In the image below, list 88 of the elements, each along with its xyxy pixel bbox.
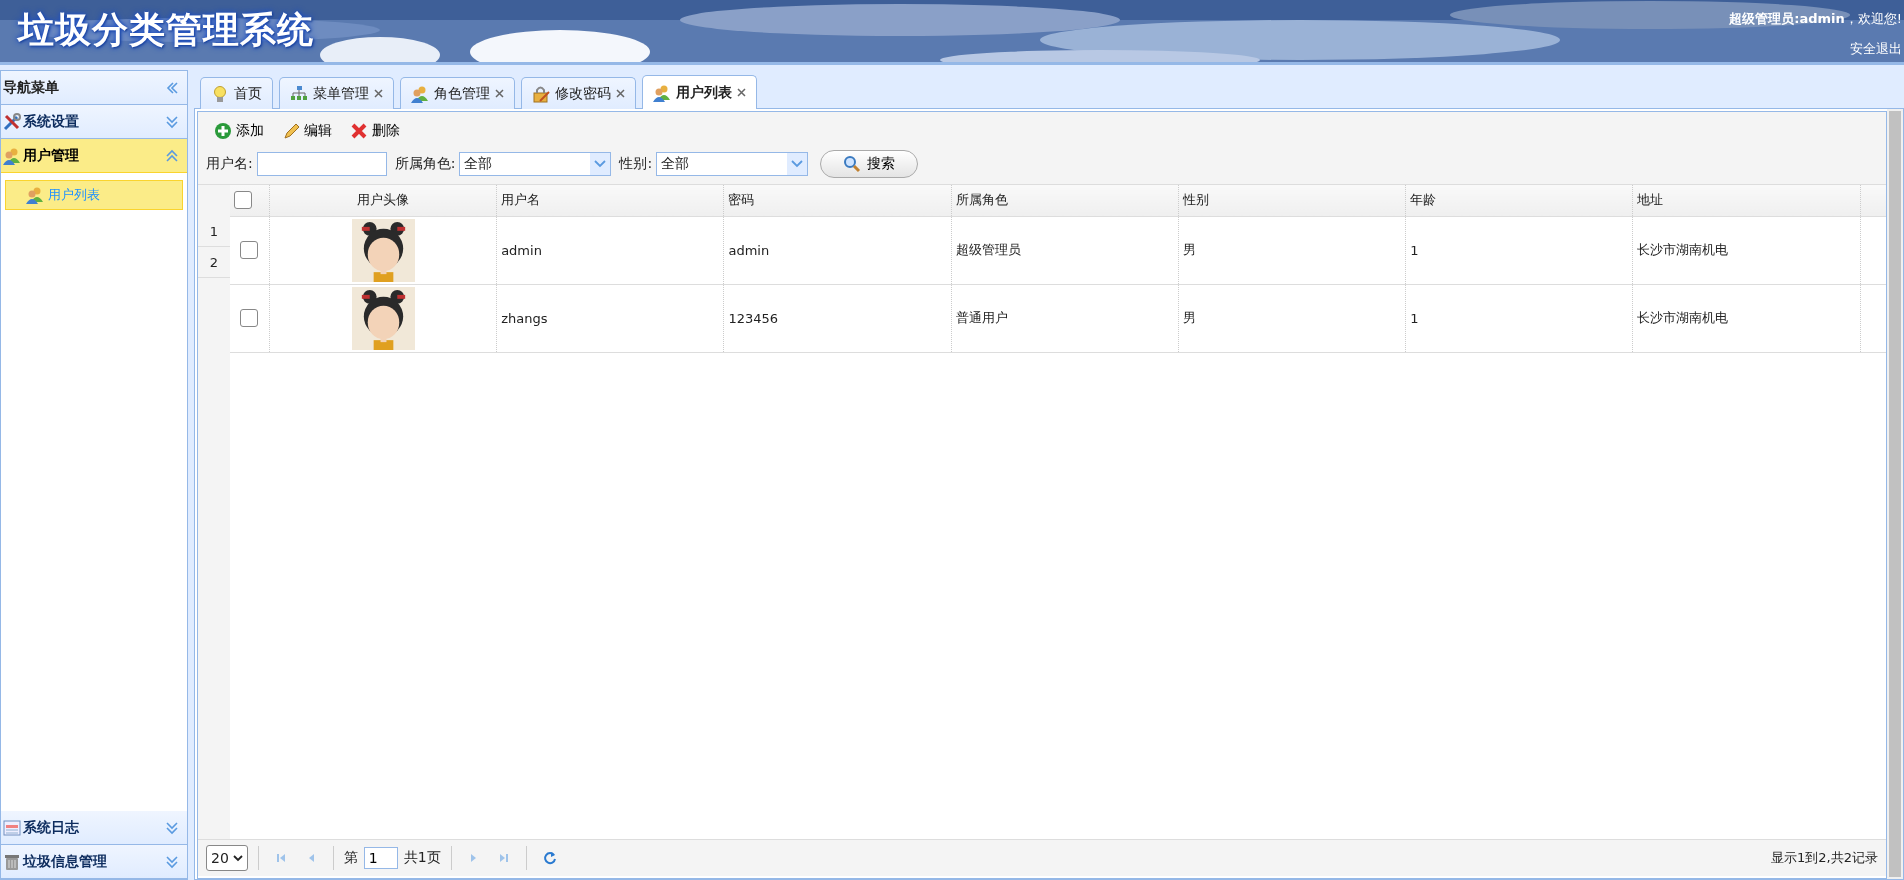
column-header: 用户头像 bbox=[269, 185, 497, 216]
row-number: 1 bbox=[198, 216, 230, 247]
table-cell: 男 bbox=[1178, 216, 1406, 284]
table-cell: admin bbox=[496, 216, 724, 284]
tab[interactable]: 用户列表 bbox=[642, 75, 757, 109]
tab-label: 首页 bbox=[234, 84, 262, 103]
menu-section-header[interactable]: 用户管理 bbox=[1, 139, 187, 173]
menu-item-label: 用户列表 bbox=[48, 186, 100, 204]
users-icon bbox=[26, 186, 44, 204]
chevron-down-icon bbox=[790, 159, 805, 169]
column-header: 用户名 bbox=[496, 185, 724, 216]
column-header: 性别 bbox=[1178, 185, 1406, 216]
tab[interactable]: 菜单管理 bbox=[279, 77, 394, 109]
table-cell: 超级管理员 bbox=[951, 216, 1179, 284]
chevron-down-icon bbox=[593, 159, 608, 169]
expand-down-icon bbox=[165, 820, 179, 835]
menu-section-label: 系统设置 bbox=[23, 112, 80, 131]
welcome-text: 超级管理员:admin，欢迎您! bbox=[1729, 10, 1902, 28]
tab-label: 角色管理 bbox=[434, 84, 490, 103]
select-all-checkbox[interactable] bbox=[234, 191, 252, 210]
tab[interactable]: 首页 bbox=[200, 77, 273, 109]
sitemap-icon bbox=[290, 84, 308, 103]
tab-label: 菜单管理 bbox=[313, 84, 369, 103]
add-icon bbox=[214, 122, 232, 140]
menu-section-label: 系统日志 bbox=[23, 818, 80, 837]
menu-section-label: 用户管理 bbox=[23, 146, 80, 165]
field-label: 所属角色: bbox=[394, 155, 456, 173]
toolbar-button[interactable]: 删除 bbox=[346, 120, 404, 142]
expand-up-icon bbox=[165, 148, 179, 163]
tools-icon bbox=[3, 112, 21, 131]
trash-icon bbox=[3, 852, 21, 871]
toolbar-button[interactable]: 编辑 bbox=[278, 120, 336, 142]
users-icon bbox=[653, 83, 671, 102]
column-header: 所属角色 bbox=[951, 185, 1179, 216]
pencil-icon bbox=[282, 122, 300, 140]
search-icon bbox=[843, 155, 862, 173]
nav-title: 导航菜单 bbox=[3, 78, 60, 97]
tab-label: 修改密码 bbox=[555, 84, 611, 103]
lock-pencil-icon bbox=[532, 84, 550, 103]
system-title: 垃圾分类管理系统 bbox=[16, 8, 314, 52]
scrollbar[interactable] bbox=[1887, 109, 1903, 879]
delete-icon bbox=[350, 122, 368, 140]
table-cell: 长沙市湖南机电 bbox=[1633, 284, 1861, 352]
calendar-icon bbox=[3, 818, 21, 837]
username-field[interactable] bbox=[256, 152, 387, 176]
tab[interactable]: 角色管理 bbox=[400, 77, 515, 109]
collapse-icon bbox=[165, 80, 179, 95]
field-label: 性别: bbox=[619, 155, 653, 173]
page-label: 第 bbox=[343, 849, 358, 867]
page-size-select[interactable]: 20 bbox=[206, 845, 248, 871]
logout-link[interactable]: 安全退出 bbox=[1850, 40, 1902, 58]
column-header: 年龄 bbox=[1405, 185, 1633, 216]
menu-section-header[interactable]: 系统设置 bbox=[1, 105, 187, 139]
menu-section-label: 垃圾信息管理 bbox=[23, 852, 108, 871]
refresh-icon bbox=[542, 851, 557, 865]
search-button[interactable]: 搜索 bbox=[820, 150, 919, 178]
expand-down-icon bbox=[165, 854, 179, 869]
page-total: 共1页 bbox=[403, 849, 441, 867]
first-page-icon bbox=[274, 852, 287, 864]
table-cell: admin bbox=[723, 216, 952, 284]
tab[interactable]: 修改密码 bbox=[521, 77, 636, 109]
toolbar-button[interactable]: 添加 bbox=[210, 120, 268, 142]
users-icon bbox=[411, 84, 429, 103]
table-cell: 1 bbox=[1405, 216, 1633, 284]
last-page-icon bbox=[497, 852, 510, 864]
expand-down-icon bbox=[165, 114, 179, 129]
column-header: 地址 bbox=[1633, 185, 1861, 216]
row-checkbox[interactable] bbox=[240, 241, 259, 259]
menu-section-header[interactable]: 系统日志 bbox=[1, 811, 187, 845]
field-label: 用户名: bbox=[206, 155, 253, 173]
table-cell: zhangs bbox=[496, 284, 724, 352]
tab-label: 用户列表 bbox=[676, 83, 732, 102]
table-cell: 1 bbox=[1405, 284, 1633, 352]
users-icon bbox=[3, 146, 21, 165]
menu-section-header[interactable]: 垃圾信息管理 bbox=[1, 845, 187, 879]
row-checkbox[interactable] bbox=[240, 309, 259, 327]
page-number-field[interactable]: 1 bbox=[363, 847, 398, 869]
chevron-down-icon bbox=[232, 854, 243, 862]
dropdown[interactable]: 全部 bbox=[656, 152, 809, 176]
column-header: 密码 bbox=[723, 185, 952, 216]
dropdown[interactable]: 全部 bbox=[459, 152, 612, 176]
table-cell: 男 bbox=[1178, 284, 1406, 352]
row-number: 2 bbox=[198, 247, 230, 278]
table-cell: 123456 bbox=[723, 284, 952, 352]
table-cell: 普通用户 bbox=[951, 284, 1179, 352]
page-summary: 显示1到2,共2记录 bbox=[1771, 849, 1878, 867]
lightbulb-icon bbox=[211, 84, 229, 103]
table-cell: 长沙市湖南机电 bbox=[1633, 216, 1861, 284]
